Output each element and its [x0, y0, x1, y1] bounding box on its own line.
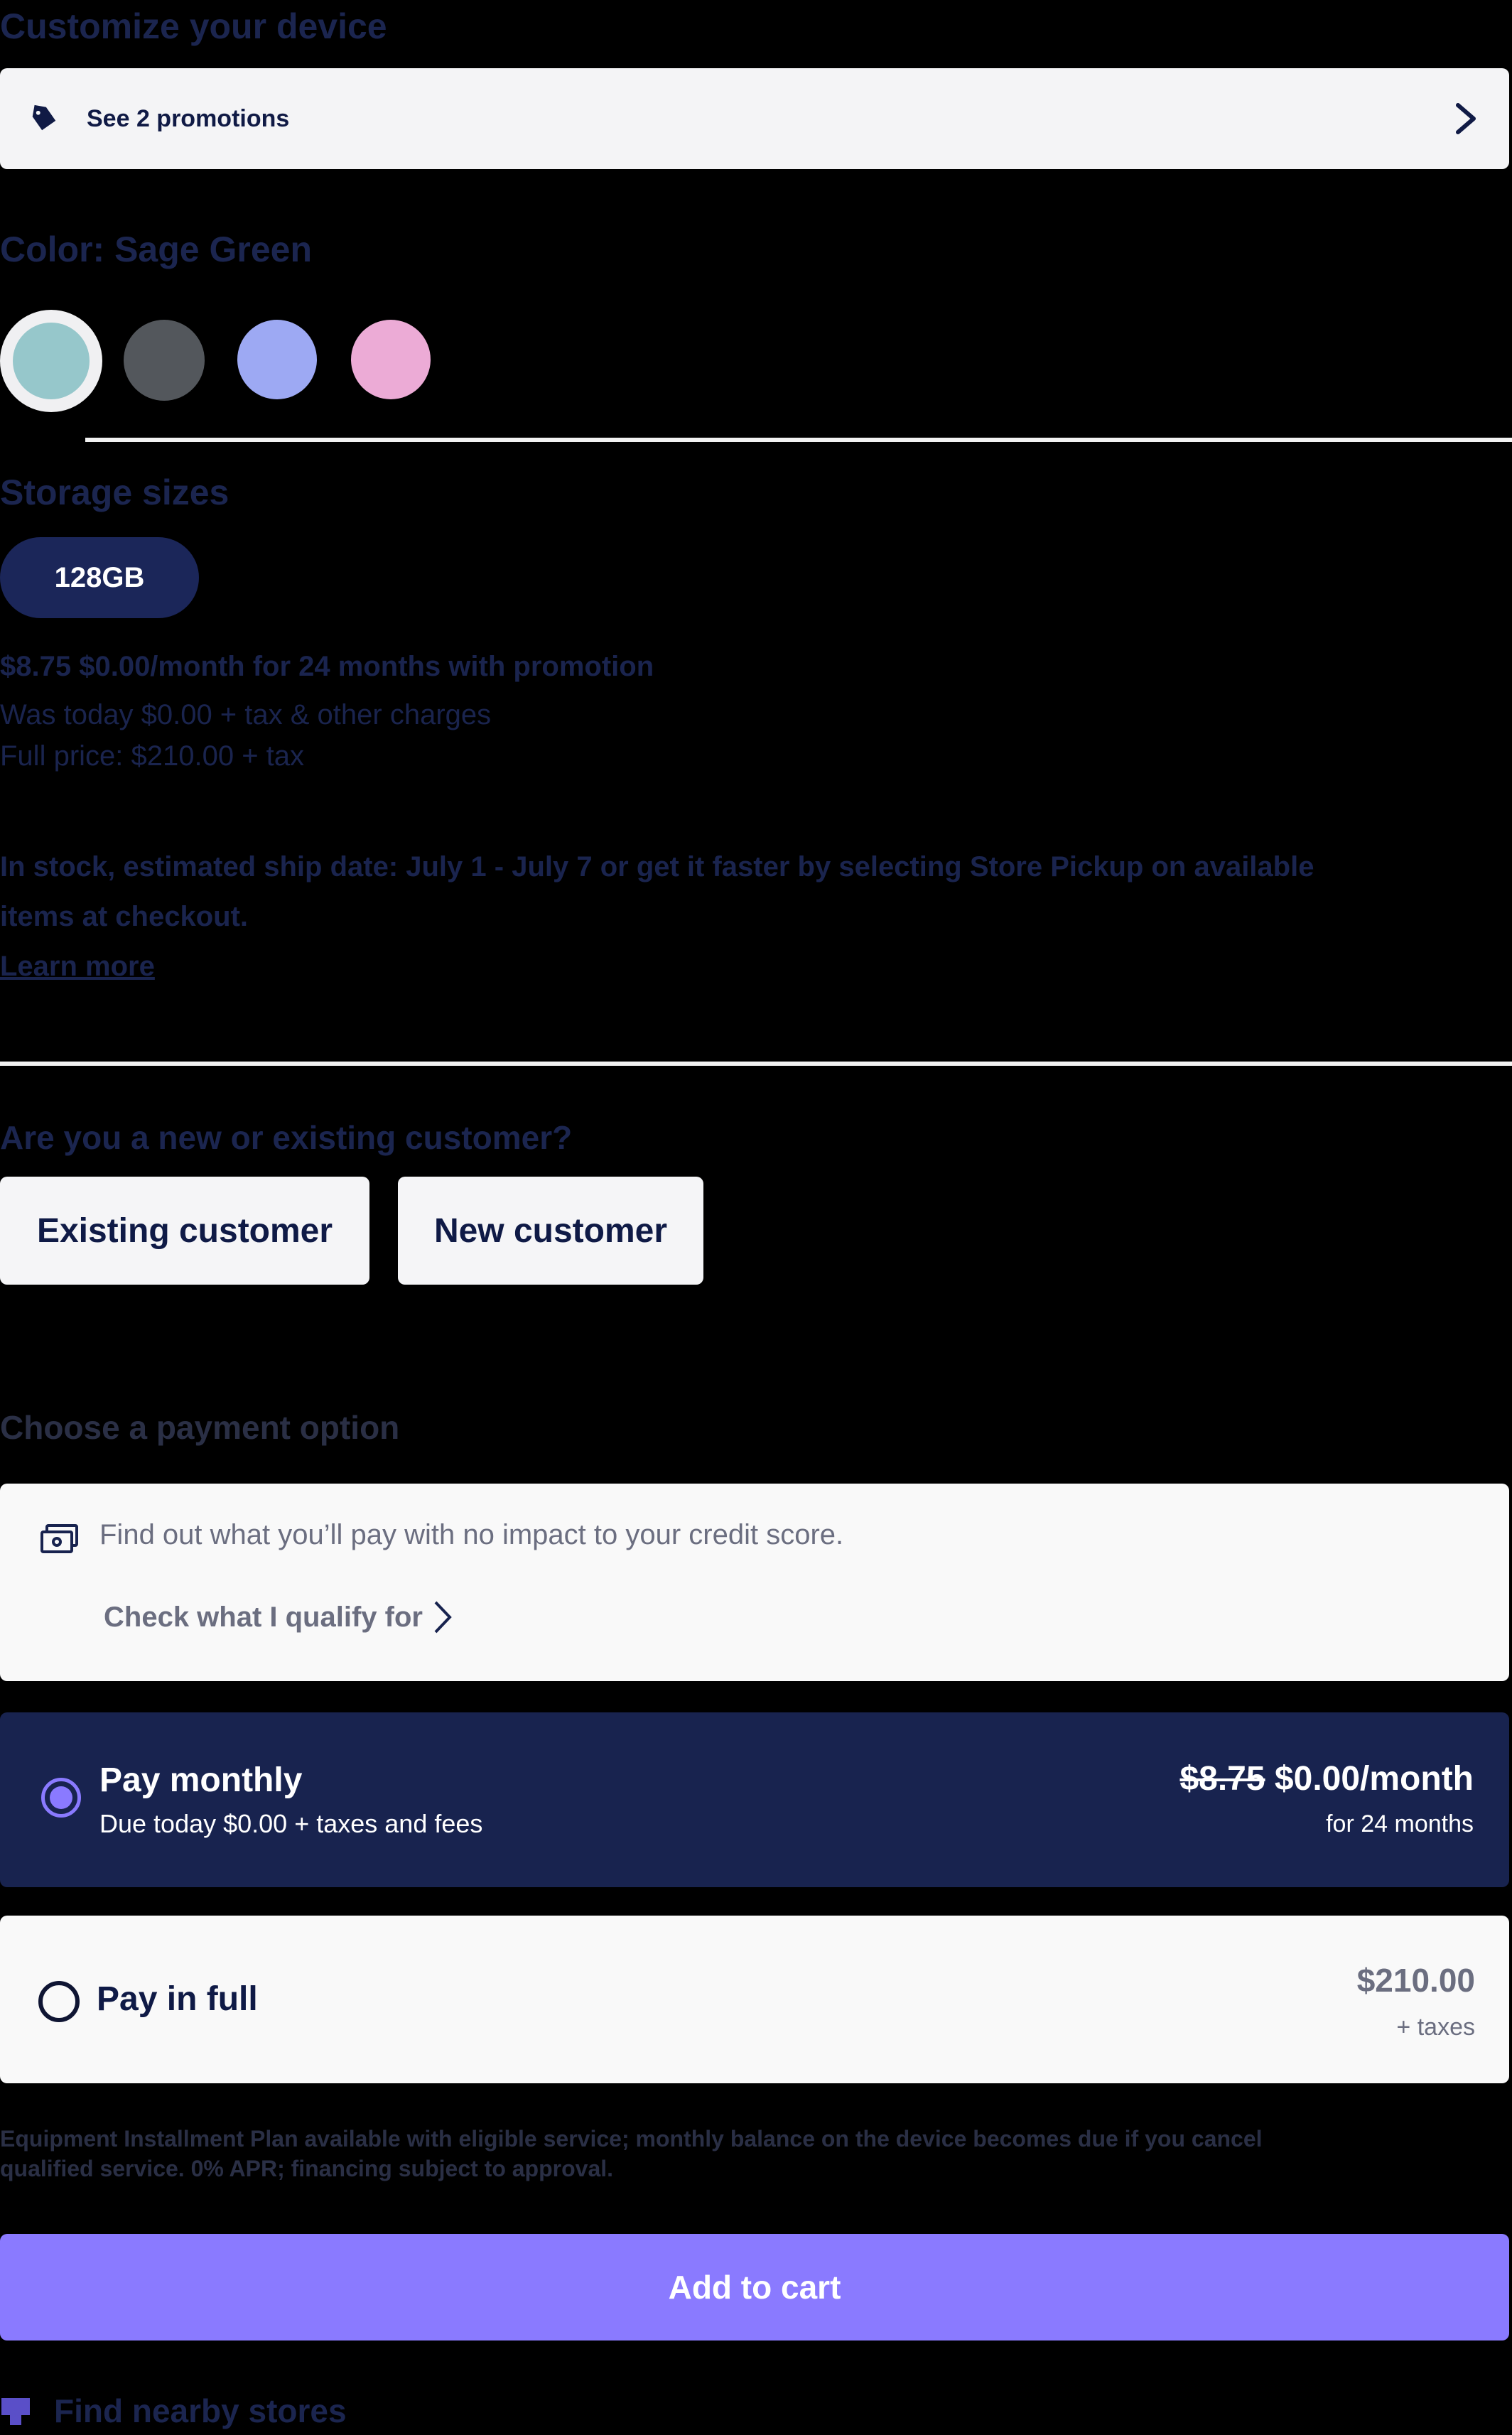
section-divider [0, 1062, 1512, 1066]
shipping-info-line1: In stock, estimated ship date: July 1 - … [0, 851, 1314, 882]
learn-more-link[interactable]: Learn more [0, 951, 155, 983]
storage-option-128gb[interactable]: 128GB [0, 537, 199, 618]
disclaimer-line1: Equipment Installment Plan available wit… [0, 2126, 1263, 2151]
pay-in-full-price: $210.00 [1356, 1962, 1475, 1999]
new-price: $0.00/month [1274, 1760, 1474, 1798]
due-today-line: Was today $0.00 + tax & other charges [0, 699, 492, 730]
color-swatch-gray[interactable] [124, 320, 205, 401]
storage-label: Storage sizes [0, 473, 230, 512]
credit-check-text: Find out what you’ll pay with no impact … [99, 1519, 844, 1550]
promotions-button[interactable]: See 2 promotions [0, 68, 1509, 169]
pay-monthly-price: $8.75 $0.00/month [1179, 1759, 1474, 1798]
store-icon [1, 2398, 30, 2425]
full-price-line: Full price: $210.00 + tax [0, 740, 305, 772]
payment-heading: Choose a payment option [0, 1409, 400, 1446]
new-customer-button[interactable]: New customer [398, 1177, 703, 1285]
add-to-cart-button[interactable]: Add to cart [0, 2234, 1509, 2340]
page-title: Customize your device [0, 6, 387, 46]
customer-type-question: Are you a new or existing customer? [0, 1119, 573, 1156]
disclaimer-line2: qualified service. 0% APR; financing sub… [0, 2156, 614, 2181]
chevron-right-icon [1456, 103, 1476, 134]
check-qualify-label: Check what I qualify for [104, 1601, 423, 1633]
find-stores-link[interactable]: Find nearby stores [0, 2392, 347, 2430]
find-stores-label: Find nearby stores [54, 2392, 347, 2429]
shipping-info-line2: items at checkout. [0, 901, 249, 932]
pay-monthly-term: for 24 months [1326, 1810, 1474, 1837]
pay-in-full-taxes: + taxes [1396, 2014, 1475, 2041]
promo-price-line: $8.75 $0.00/month for 24 months with pro… [0, 651, 654, 682]
old-price: $8.75 [1179, 1760, 1265, 1798]
check-qualify-link[interactable]: Check what I qualify for [104, 1600, 453, 1634]
money-icon [40, 1524, 78, 1553]
color-swatch-pink[interactable] [351, 320, 431, 399]
pay-monthly-due-today: Due today $0.00 + taxes and fees [99, 1809, 483, 1838]
tag-icon [32, 104, 56, 131]
chevron-right-icon [434, 1601, 452, 1634]
pay-monthly-option[interactable] [0, 1712, 1509, 1887]
color-swatch-periwinkle[interactable] [237, 320, 317, 399]
color-swatch-sage-green[interactable] [13, 323, 90, 399]
radio-selected-icon [41, 1778, 81, 1818]
divider [85, 438, 1512, 442]
radio-unselected-icon [38, 1981, 80, 2022]
promotions-label: See 2 promotions [87, 104, 290, 132]
pay-in-full-title: Pay in full [97, 1980, 258, 2018]
existing-customer-button[interactable]: Existing customer [0, 1177, 369, 1285]
credit-check-card [0, 1484, 1509, 1681]
pay-monthly-title: Pay monthly [99, 1761, 303, 1799]
color-label: Color: Sage Green [0, 230, 312, 269]
